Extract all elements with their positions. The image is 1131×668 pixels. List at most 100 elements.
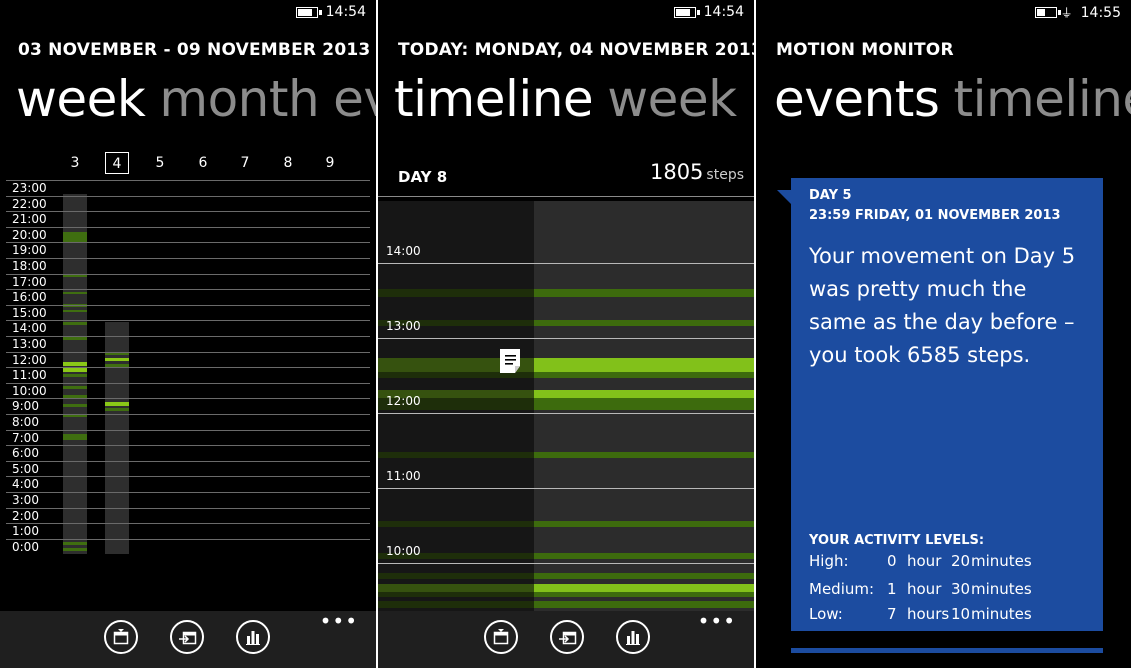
page-title: TODAY: MONDAY, 04 NOVEMBER 2013 xyxy=(398,40,754,60)
hour-gridline xyxy=(6,382,370,384)
hour-label: 5:00 xyxy=(12,461,39,476)
pivot-item-events[interactable]: ev xyxy=(333,70,376,128)
event-day: DAY 5 xyxy=(809,188,852,203)
hour-gridline xyxy=(6,336,370,337)
statistics-button[interactable] xyxy=(616,620,650,654)
time-label: 14:00 xyxy=(386,244,421,258)
timeline-screen: 14:54 TODAY: MONDAY, 04 NOVEMBER 2013 ti… xyxy=(378,0,754,668)
pivot-item-week[interactable]: week xyxy=(16,70,146,128)
hour-label: 11:00 xyxy=(12,368,47,383)
calendar-button[interactable] xyxy=(484,620,518,654)
event-card[interactable]: DAY 5 23:59 FRIDAY, 01 NOVEMBER 2013 You… xyxy=(777,178,1103,631)
bar-chart-icon xyxy=(246,631,260,645)
time-label: 11:00 xyxy=(386,469,421,483)
pivot-header: timelineweekm xyxy=(394,70,754,128)
time-label: 10:00 xyxy=(386,544,421,558)
hour-label: 17:00 xyxy=(12,274,47,289)
step-count: 1805 steps xyxy=(650,160,744,184)
day-header: DAY 8 1805 steps xyxy=(378,160,754,197)
clock: 14:54 xyxy=(703,4,744,20)
hour-gridline xyxy=(6,320,370,322)
app-bar: ••• xyxy=(378,611,754,668)
day-labels: 3 4 5 6 7 8 9 xyxy=(0,152,376,176)
day-label[interactable]: 7 xyxy=(233,152,257,174)
status-bar: 14:54 xyxy=(673,4,744,20)
status-bar: 14:54 xyxy=(295,4,366,20)
hour-label: 18:00 xyxy=(12,259,47,273)
step-number: 1805 xyxy=(649,160,704,184)
hour-gridline xyxy=(6,195,370,197)
timeline-chart[interactable]: 14:00 13:00 12:00 11:00 10:00 xyxy=(378,201,754,611)
hour-label: 13:00 xyxy=(12,337,47,351)
note-icon[interactable] xyxy=(498,348,522,374)
more-button[interactable]: ••• xyxy=(698,611,736,631)
battery-icon xyxy=(295,6,322,18)
hour-gridline xyxy=(6,242,370,244)
hour-label: 21:00 xyxy=(12,212,47,227)
hour-gridline xyxy=(6,476,370,478)
pivot-item-timeline[interactable]: timeline xyxy=(394,70,594,128)
hour-gridline xyxy=(6,273,370,275)
clock: 14:55 xyxy=(1080,4,1121,21)
day-label[interactable]: 8 xyxy=(276,152,300,174)
activity-levels-title: YOUR ACTIVITY LEVELS: xyxy=(809,533,985,548)
pivot-item-timeline[interactable]: timeline xyxy=(953,70,1131,128)
week-activity-grid: 23:00 22:00 21:00 20:00 19:00 18:00 17:00 16:00… xyxy=(0,180,376,560)
page-title: 03 NOVEMBER - 09 NOVEMBER 2013 xyxy=(18,40,371,60)
hour-label: 23:00 xyxy=(12,181,47,195)
statistics-button[interactable] xyxy=(236,620,270,654)
pivot-header: eventstimeline xyxy=(774,70,1131,128)
go-to-day-button[interactable] xyxy=(550,620,584,654)
pivot-item-events[interactable]: events xyxy=(774,70,940,128)
more-button[interactable]: ••• xyxy=(320,611,358,631)
day-label[interactable]: 3 xyxy=(63,152,87,174)
clock: 14:54 xyxy=(325,4,366,20)
day-column-3[interactable] xyxy=(63,194,87,554)
hour-gridline xyxy=(6,367,370,369)
bar-chart-icon xyxy=(626,631,640,645)
pivot-item-month[interactable]: month xyxy=(159,70,319,128)
week-screen: 14:54 03 NOVEMBER - 09 NOVEMBER 2013 wee… xyxy=(0,0,376,668)
hour-label: 3:00 xyxy=(12,493,39,507)
pivot-item-week[interactable]: week xyxy=(607,70,737,128)
hour-label: 19:00 xyxy=(12,243,47,258)
hour-gridline xyxy=(6,492,370,493)
hour-gridline xyxy=(6,414,370,415)
day-label[interactable]: 5 xyxy=(148,152,172,174)
pivot-header: weekmonthev xyxy=(16,70,376,128)
hour-gridline xyxy=(6,429,370,431)
battery-icon xyxy=(673,6,700,18)
hour-label: 16:00 xyxy=(12,290,47,305)
hour-gridline xyxy=(6,211,370,213)
status-bar: ⏚ 14:55 xyxy=(1034,4,1121,21)
hour-label: 9:00 xyxy=(12,399,39,414)
hour-gridline xyxy=(6,180,370,181)
plug-icon: ⏚ xyxy=(1060,6,1073,20)
calendar-button[interactable] xyxy=(104,620,138,654)
hour-gridline xyxy=(6,445,370,447)
day-label-selected[interactable]: 4 xyxy=(105,152,129,174)
hour-label: 12:00 xyxy=(12,352,47,367)
hour-gridline xyxy=(6,258,370,259)
day-label[interactable]: 6 xyxy=(191,152,215,174)
hour-label: 14:00 xyxy=(12,321,47,336)
hour-gridline xyxy=(6,538,370,540)
go-to-day-button[interactable] xyxy=(170,620,204,654)
hour-gridline xyxy=(6,507,370,509)
event-datetime: 23:59 FRIDAY, 01 NOVEMBER 2013 xyxy=(809,208,1061,223)
hour-label: 1:00 xyxy=(12,524,39,539)
events-screen: ⏚ 14:55 MOTION MONITOR eventstimeline DA… xyxy=(756,0,1131,668)
hour-label: 6:00 xyxy=(12,446,39,461)
hour-gridline xyxy=(6,460,370,462)
hour-label: 8:00 xyxy=(12,415,39,429)
battery-charging-icon xyxy=(1034,7,1061,18)
app-bar: ••• xyxy=(0,611,376,668)
next-card-edge xyxy=(791,648,1103,653)
day-column-4[interactable] xyxy=(105,322,129,554)
day-label[interactable]: 9 xyxy=(318,152,342,174)
hour-label: 7:00 xyxy=(12,430,39,445)
time-label: 13:00 xyxy=(386,319,421,333)
hour-label: 20:00 xyxy=(12,227,47,242)
event-message: Your movement on Day 5 was pretty much t… xyxy=(809,244,1076,367)
hour-gridline xyxy=(6,398,370,400)
